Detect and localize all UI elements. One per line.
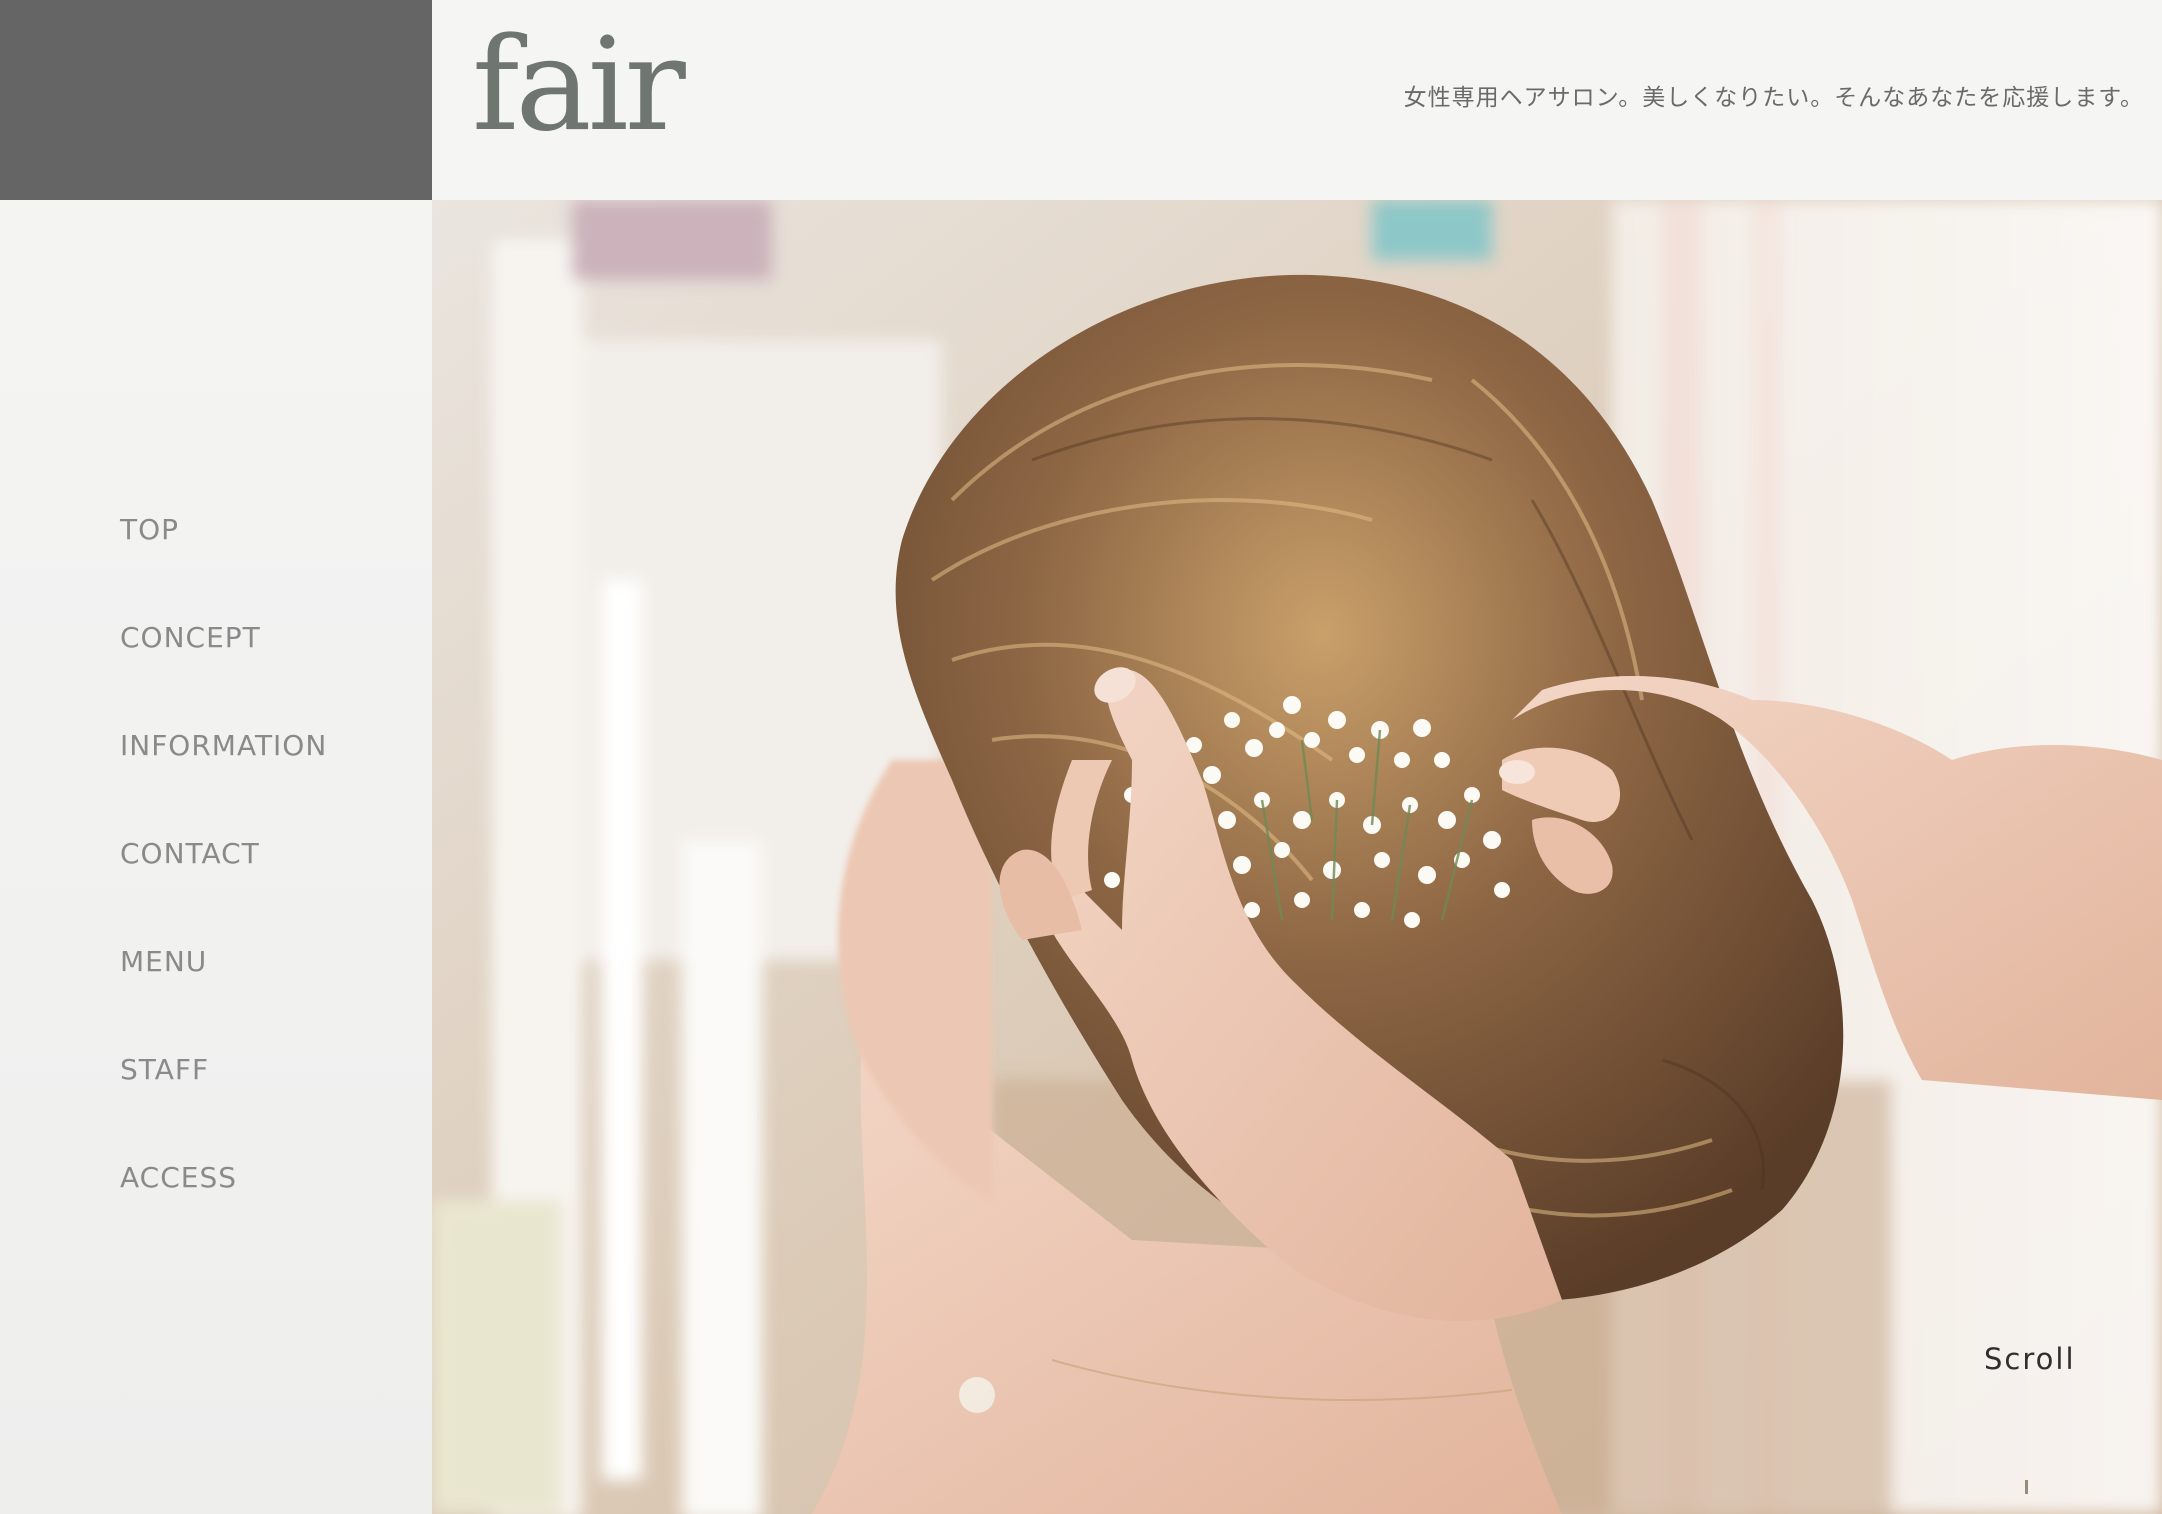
sidebar-header-block	[0, 0, 432, 200]
scroll-indicator-line	[2025, 1480, 2028, 1494]
main-nav: TOP CONCEPT INFORMATION CONTACT MENU STA…	[120, 510, 327, 1266]
nav-link-information[interactable]: INFORMATION	[120, 726, 327, 766]
hero-image	[432, 200, 2162, 1514]
nav-link-access[interactable]: ACCESS	[120, 1158, 237, 1198]
nav-item-menu: MENU	[120, 942, 327, 1050]
nav-item-concept: CONCEPT	[120, 618, 327, 726]
nav-link-menu[interactable]: MENU	[120, 942, 207, 982]
nav-item-top: TOP	[120, 510, 327, 618]
site-header: fair 女性専用ヘアサロン。美しくなりたい。そんなあなたを応援します。	[432, 0, 2162, 200]
nav-link-contact[interactable]: CONTACT	[120, 834, 260, 874]
hero-photo-illustration	[432, 200, 2162, 1514]
page: TOP CONCEPT INFORMATION CONTACT MENU STA…	[0, 0, 2162, 1514]
nav-item-contact: CONTACT	[120, 834, 327, 942]
nav-item-access: ACCESS	[120, 1158, 327, 1266]
site-tagline: 女性専用ヘアサロン。美しくなりたい。そんなあなたを応援します。	[1403, 85, 2144, 111]
nav-link-staff[interactable]: STAFF	[120, 1050, 209, 1090]
sidebar: TOP CONCEPT INFORMATION CONTACT MENU STA…	[0, 200, 432, 1514]
logo-text: fair	[472, 11, 686, 160]
nav-item-staff: STAFF	[120, 1050, 327, 1158]
site-logo[interactable]: fair	[472, 22, 686, 162]
nav-link-top[interactable]: TOP	[120, 510, 179, 550]
nav-item-information: INFORMATION	[120, 726, 327, 834]
nav-link-concept[interactable]: CONCEPT	[120, 618, 261, 658]
scroll-indicator-label[interactable]: Scroll	[1984, 1342, 2076, 1376]
